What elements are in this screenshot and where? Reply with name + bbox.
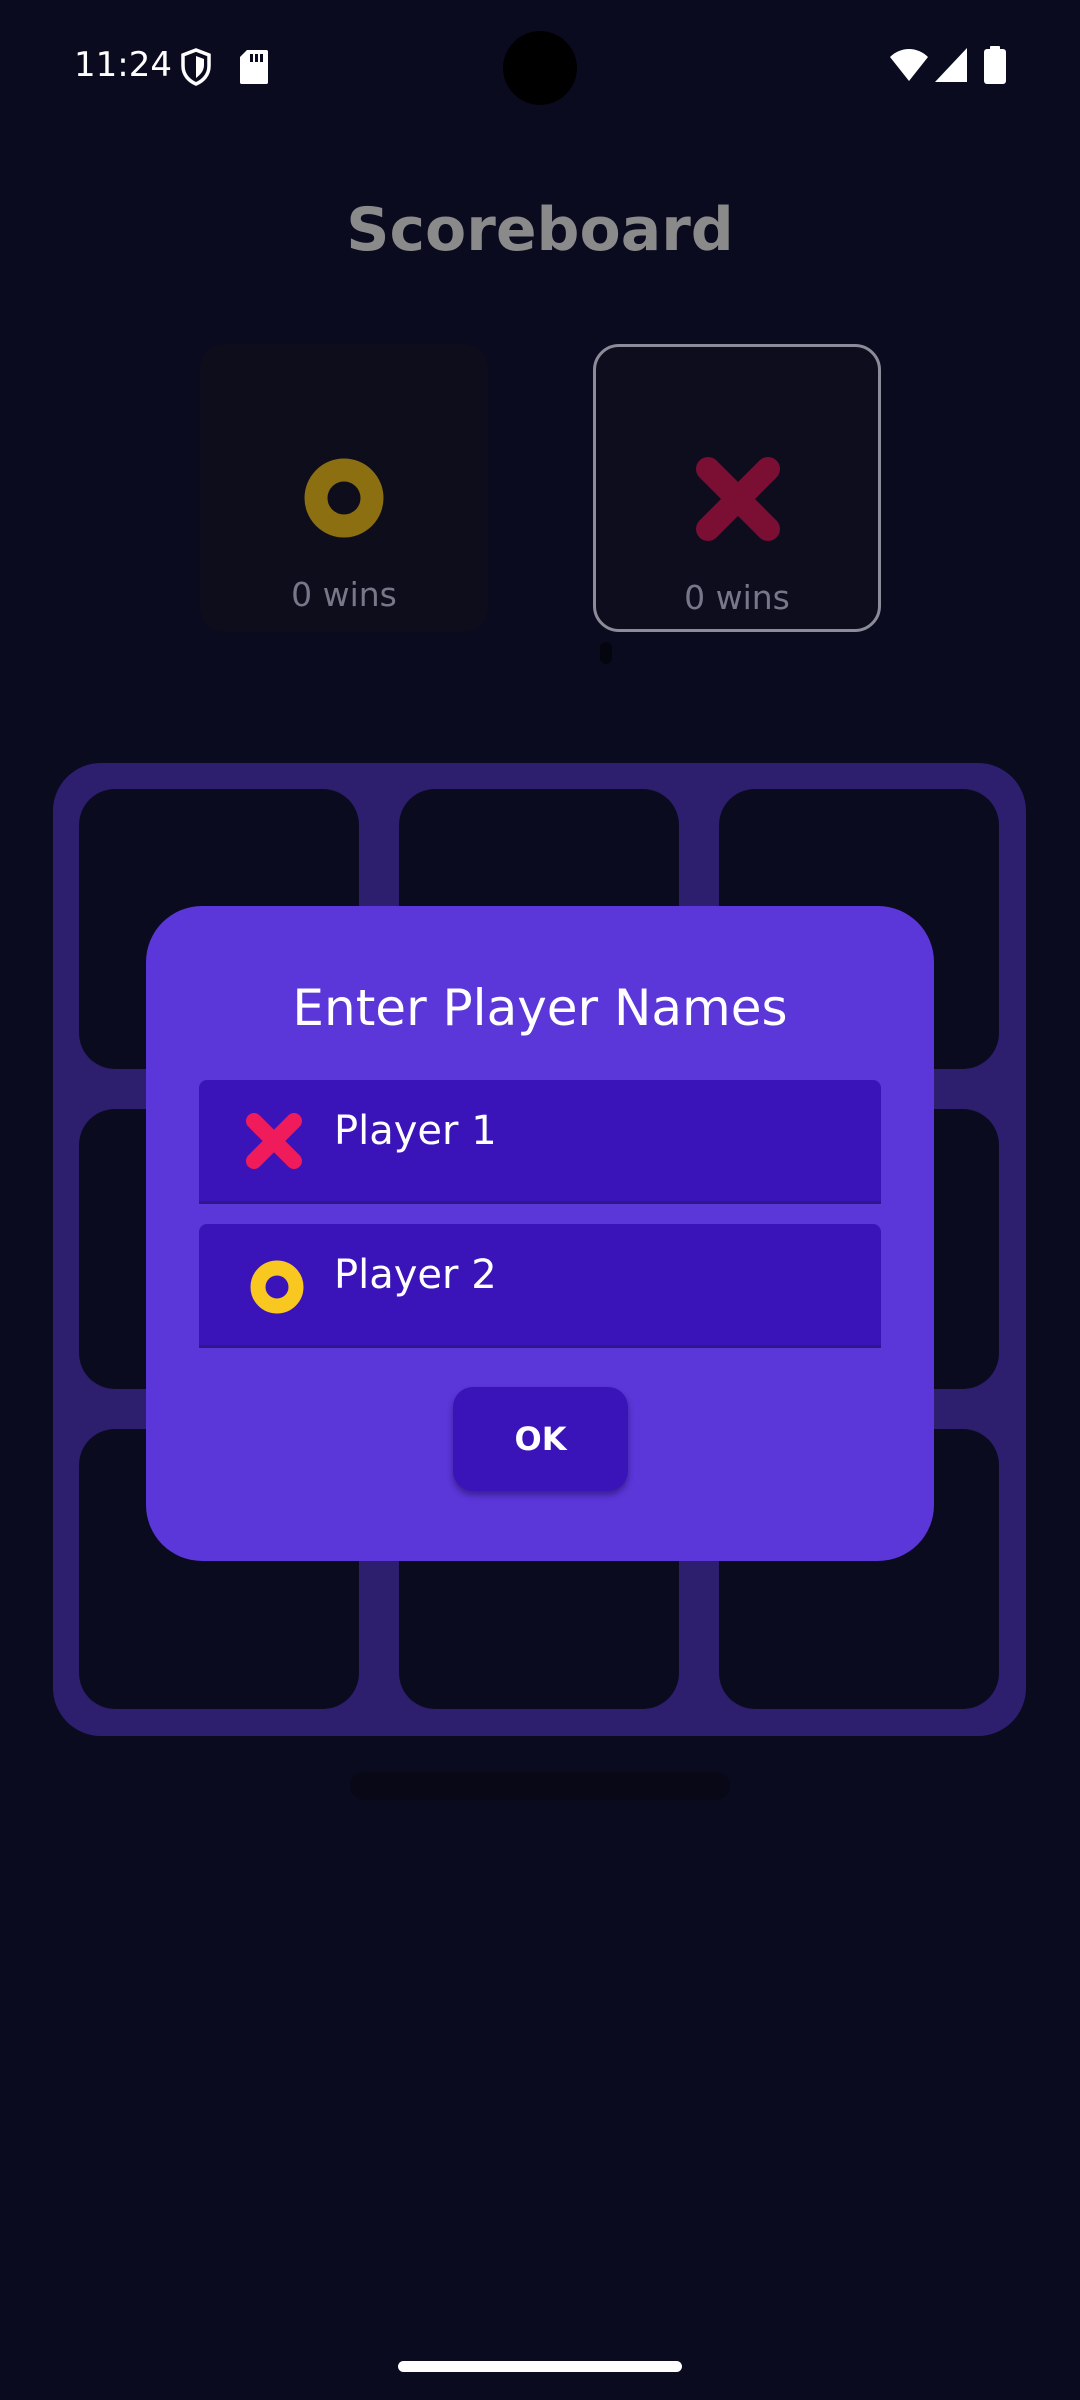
player-1-name-field[interactable]: Player 1 (199, 1080, 881, 1204)
cellular-signal-icon (935, 48, 967, 82)
camera-cutout (503, 31, 577, 105)
shield-icon (181, 48, 211, 86)
score-card-o: 0 wins (200, 344, 488, 632)
player-names-dialog: Enter Player Names Player 1 Player 2 OK (146, 906, 934, 1561)
wifi-icon (890, 49, 928, 81)
dialog-title: Enter Player Names (292, 979, 788, 1037)
sd-card-icon (240, 50, 268, 84)
turn-indicator-shadow (600, 642, 612, 664)
player-2-name-value[interactable]: Player 2 (334, 1250, 497, 1300)
turn-status-text (350, 1772, 730, 1800)
x-wins-count: 0 wins (684, 578, 790, 617)
score-card-x: 0 wins (593, 344, 881, 632)
x-symbol-icon (246, 1113, 302, 1169)
x-symbol-icon (696, 457, 780, 541)
battery-icon (984, 46, 1006, 84)
player-1-name-value[interactable]: Player 1 (334, 1106, 497, 1156)
home-indicator[interactable] (398, 2361, 682, 2372)
o-symbol-icon (250, 1260, 304, 1314)
player-2-name-field[interactable]: Player 2 (199, 1224, 881, 1348)
ok-button[interactable]: OK (453, 1387, 628, 1491)
app-screen: 11:24 Scoreboard 0 wins 0 wins Enter Pla… (0, 0, 1080, 2400)
scoreboard-title: Scoreboard (346, 195, 734, 265)
status-time: 11:24 (74, 45, 172, 85)
o-wins-count: 0 wins (291, 575, 397, 614)
o-symbol-icon (304, 458, 384, 538)
